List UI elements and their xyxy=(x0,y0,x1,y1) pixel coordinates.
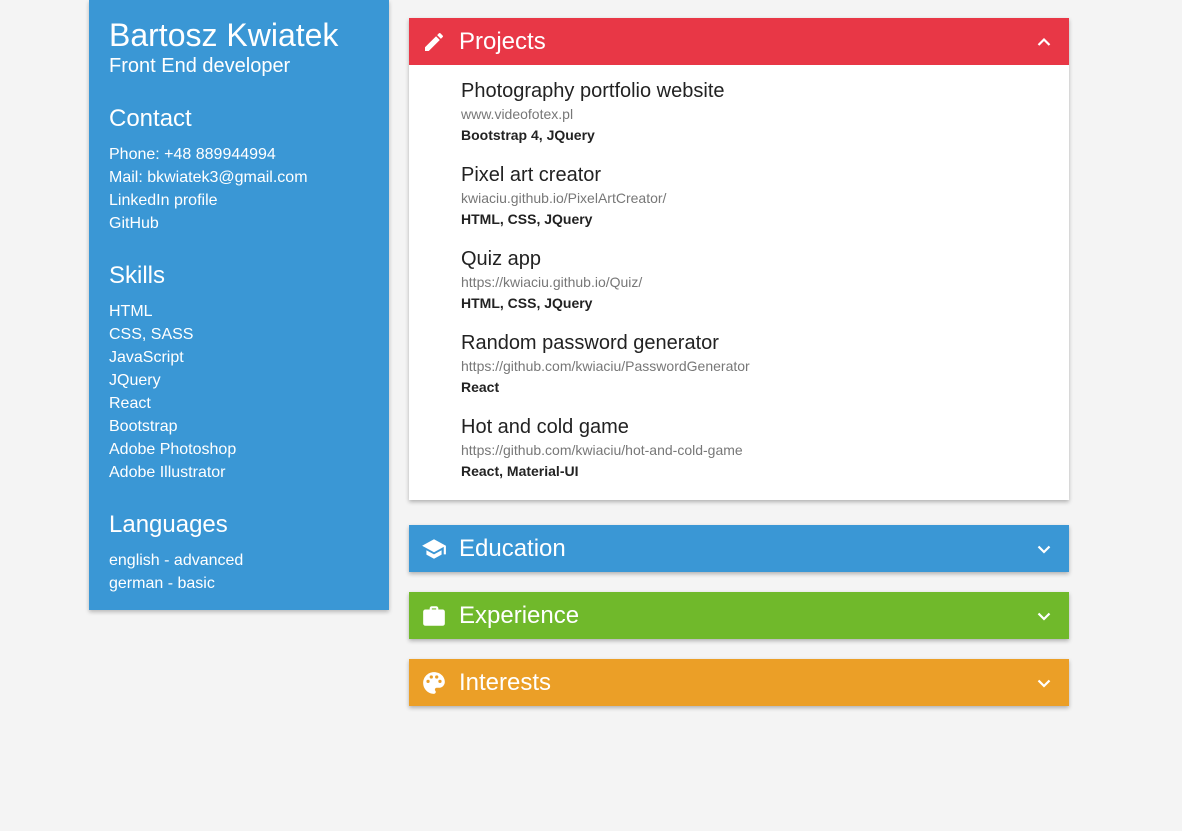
contact-list: Phone: +48 889944994 Mail: bkwiatek3@gma… xyxy=(109,143,369,235)
projects-panel: Projects Photography portfolio website w… xyxy=(409,18,1069,500)
project-url-link[interactable]: kwiaciu.github.io/PixelArtCreator/ xyxy=(461,189,1069,207)
contact-heading: Contact xyxy=(109,105,192,132)
project-item: Hot and cold game https://github.com/kwi… xyxy=(461,415,1069,480)
chevron-down-icon[interactable] xyxy=(1035,607,1053,625)
project-url-link[interactable]: https://github.com/kwiaciu/PasswordGener… xyxy=(461,357,1069,375)
palette-icon xyxy=(421,670,447,696)
skill-item: Adobe Illustrator xyxy=(109,464,226,481)
project-item: Random password generator https://github… xyxy=(461,331,1069,396)
language-item: german - basic xyxy=(109,575,215,592)
project-item: Pixel art creator kwiaciu.github.io/Pixe… xyxy=(461,163,1069,228)
skills-list: HTML CSS, SASS JavaScript JQuery React B… xyxy=(109,300,369,484)
project-item: Photography portfolio website www.videof… xyxy=(461,79,1069,144)
project-name: Hot and cold game xyxy=(461,416,629,438)
skill-item: HTML xyxy=(109,303,153,320)
briefcase-icon xyxy=(421,603,447,629)
skill-item: React xyxy=(109,395,151,412)
education-panel-title: Education xyxy=(459,534,566,562)
skill-item: JavaScript xyxy=(109,349,184,366)
project-tech: React xyxy=(461,379,500,395)
project-tech: HTML, CSS, JQuery xyxy=(461,211,593,227)
projects-panel-title: Projects xyxy=(459,27,546,55)
contact-github-link[interactable]: GitHub xyxy=(109,212,369,235)
language-item: english - advanced xyxy=(109,552,244,569)
skills-heading: Skills xyxy=(109,262,166,289)
project-tech: React, Material-UI xyxy=(461,463,579,479)
skill-item: Adobe Photoshop xyxy=(109,441,237,458)
chevron-down-icon[interactable] xyxy=(1035,540,1053,558)
interests-panel-title: Interests xyxy=(459,668,552,696)
experience-panel: Experience xyxy=(409,592,1069,639)
contact-phone: Phone: +48 889944994 xyxy=(109,146,276,163)
profile-sidebar: Bartosz Kwiatek Front End developer Cont… xyxy=(89,0,389,610)
languages-list: english - advanced german - basic xyxy=(109,549,369,595)
languages-heading: Languages xyxy=(109,511,228,538)
experience-panel-title: Experience xyxy=(459,601,580,629)
project-tech: Bootstrap 4, JQuery xyxy=(461,127,595,143)
pencil-icon xyxy=(421,29,447,55)
interests-panel-header[interactable]: Interests xyxy=(409,659,1069,706)
graduation-cap-icon xyxy=(421,536,447,562)
project-name: Random password generator xyxy=(461,332,719,354)
projects-panel-header[interactable]: Projects xyxy=(409,18,1069,65)
chevron-down-icon[interactable] xyxy=(1035,674,1053,692)
education-panel: Education xyxy=(409,525,1069,572)
profile-name: Bartosz Kwiatek xyxy=(109,17,339,53)
project-url-link[interactable]: https://kwiaciu.github.io/Quiz/ xyxy=(461,273,1069,291)
chevron-up-icon[interactable] xyxy=(1035,33,1053,51)
contact-mail[interactable]: Mail: bkwiatek3@gmail.com xyxy=(109,166,369,189)
project-tech: HTML, CSS, JQuery xyxy=(461,295,593,311)
skill-item: Bootstrap xyxy=(109,418,178,435)
profile-role: Front End developer xyxy=(109,55,291,77)
education-panel-header[interactable]: Education xyxy=(409,525,1069,572)
skill-item: JQuery xyxy=(109,372,161,389)
project-name: Pixel art creator xyxy=(461,164,602,186)
interests-panel: Interests xyxy=(409,659,1069,706)
experience-panel-header[interactable]: Experience xyxy=(409,592,1069,639)
project-url-link[interactable]: https://github.com/kwiaciu/hot-and-cold-… xyxy=(461,441,1069,459)
project-item: Quiz app https://kwiaciu.github.io/Quiz/… xyxy=(461,247,1069,312)
projects-panel-content: Photography portfolio website www.videof… xyxy=(409,65,1069,500)
project-url-link[interactable]: www.videofotex.pl xyxy=(461,105,1069,123)
contact-linkedin-link[interactable]: LinkedIn profile xyxy=(109,189,369,212)
skill-item: CSS, SASS xyxy=(109,326,194,343)
project-name: Quiz app xyxy=(461,248,542,270)
project-name: Photography portfolio website xyxy=(461,80,725,102)
